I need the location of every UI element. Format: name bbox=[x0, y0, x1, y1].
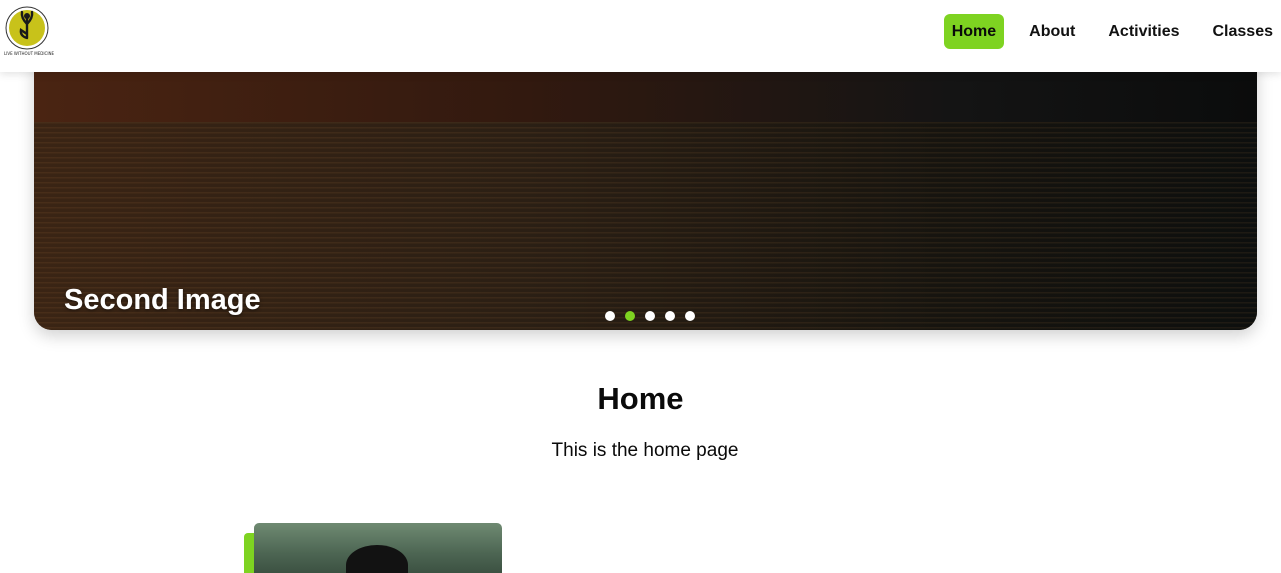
carousel-dot-1[interactable] bbox=[605, 311, 615, 321]
nav-links: Home About Activities Classes bbox=[944, 14, 1281, 49]
navbar: LIVE WITHOUT MEDICINE Home About Activit… bbox=[0, 0, 1281, 72]
page-title: Home bbox=[0, 381, 1281, 417]
nav-item-activities[interactable]: Activities bbox=[1100, 14, 1187, 49]
hero-caption: Second Image bbox=[64, 284, 261, 317]
yoga-pose-logo-icon bbox=[3, 6, 51, 54]
nav-item-home[interactable]: Home bbox=[944, 14, 1004, 49]
nav-item-classes[interactable]: Classes bbox=[1205, 14, 1281, 49]
card-image-subject bbox=[346, 545, 408, 573]
logo-text: LIVE WITHOUT MEDICINE bbox=[3, 51, 55, 56]
carousel-dot-2[interactable] bbox=[625, 311, 635, 321]
carousel-dot-5[interactable] bbox=[685, 311, 695, 321]
hero-carousel[interactable]: Second Image bbox=[34, 60, 1257, 330]
nav-item-about[interactable]: About bbox=[1021, 14, 1083, 49]
carousel-dot-4[interactable] bbox=[665, 311, 675, 321]
carousel-indicators bbox=[605, 311, 705, 321]
page-subtitle: This is the home page bbox=[0, 440, 1281, 462]
logo[interactable]: LIVE WITHOUT MEDICINE bbox=[3, 6, 51, 58]
carousel-dot-3[interactable] bbox=[645, 311, 655, 321]
